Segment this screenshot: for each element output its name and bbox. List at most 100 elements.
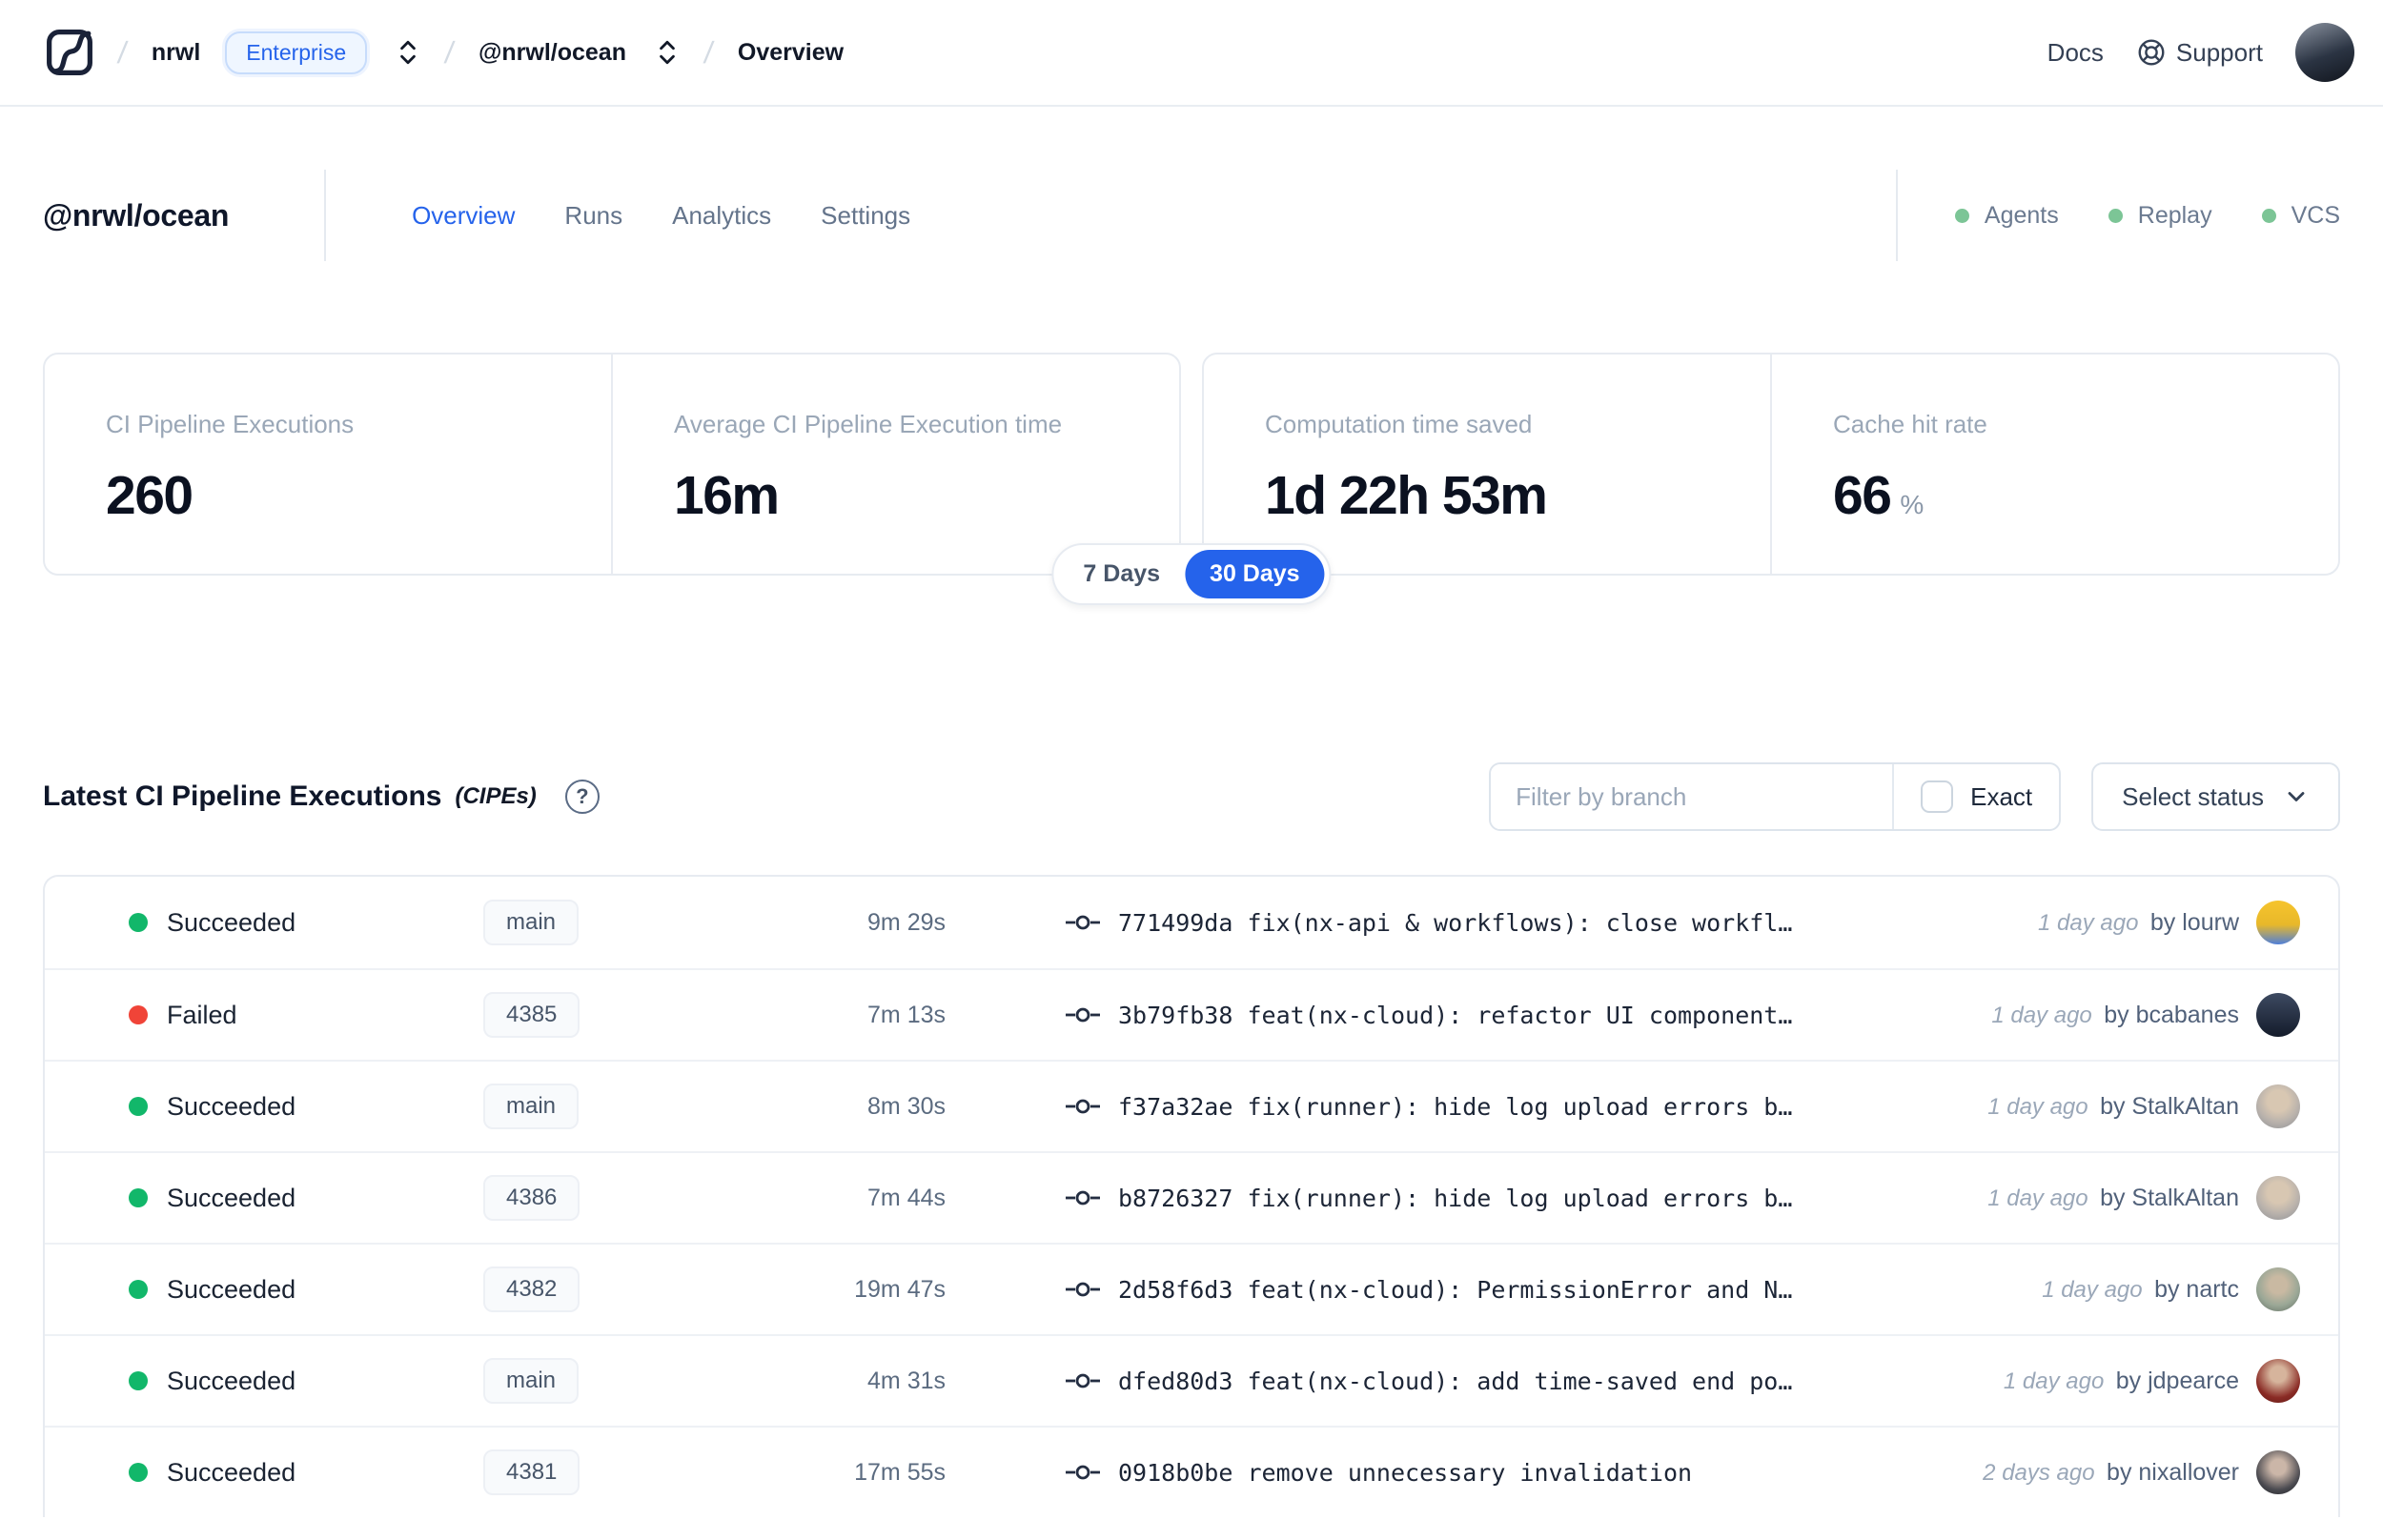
commit-cell[interactable]: b8726327 fix(runner): hide log upload er… xyxy=(1065,1185,1987,1212)
workspace-switcher-chevrons-icon[interactable] xyxy=(655,38,680,67)
breadcrumb-separator: / xyxy=(115,34,130,70)
table-row[interactable]: Succeeded 4381 17m 55s 0918b0be remove u… xyxy=(45,1426,2338,1517)
row-author: by StalkAltan xyxy=(2100,1184,2239,1211)
commit-cell[interactable]: 771499da fix(nx-api & workflows): close … xyxy=(1065,909,2038,937)
author-avatar[interactable] xyxy=(2256,1450,2300,1494)
nx-cloud-logo-icon[interactable] xyxy=(46,29,93,76)
row-status: Succeeded xyxy=(167,1457,296,1487)
branch-badge[interactable]: 4385 xyxy=(483,992,580,1038)
status-dot-icon xyxy=(129,1005,148,1024)
branch-badge[interactable]: main xyxy=(483,900,580,945)
breadcrumb: / nrwl Enterprise / @nrwl/ocean / Overvi… xyxy=(46,29,844,76)
author-avatar[interactable] xyxy=(2256,1267,2300,1311)
row-status: Succeeded xyxy=(167,1183,296,1212)
branch-filter-group: Exact xyxy=(1489,762,2062,831)
tab-runs[interactable]: Runs xyxy=(564,201,622,231)
support-link[interactable]: Support xyxy=(2136,37,2263,68)
git-commit-icon xyxy=(1066,1190,1100,1206)
branch-badge[interactable]: 4386 xyxy=(483,1175,580,1221)
row-duration: 4m 31s xyxy=(867,1367,946,1394)
breadcrumb-separator: / xyxy=(442,34,457,70)
breadcrumb-workspace[interactable]: @nrwl/ocean xyxy=(479,39,626,67)
branch-badge[interactable]: main xyxy=(483,1358,580,1404)
help-icon[interactable]: ? xyxy=(564,780,600,814)
docs-link[interactable]: Docs xyxy=(2047,38,2104,68)
select-status-dropdown[interactable]: Select status xyxy=(2091,762,2340,831)
git-commit-icon xyxy=(1066,1373,1100,1388)
branch-filter-input[interactable] xyxy=(1491,764,1893,829)
enterprise-badge[interactable]: Enterprise xyxy=(225,30,368,74)
divider xyxy=(1895,170,1898,261)
table-row[interactable]: Succeeded 4382 19m 47s 2d58f6d3 feat(nx-… xyxy=(45,1243,2338,1334)
stat-computation-time-saved: Computation time saved 1d 22h 53m xyxy=(1204,355,1770,574)
cipe-table: Succeeded main 9m 29s 771499da fix(nx-ap… xyxy=(43,875,2340,1517)
table-row[interactable]: Succeeded main 8m 30s f37a32ae fix(runne… xyxy=(45,1060,2338,1151)
commit-message: 0918b0be remove unnecessary invalidation xyxy=(1118,1458,1693,1487)
commit-cell[interactable]: 3b79fb38 feat(nx-cloud): refactor UI com… xyxy=(1065,1002,1991,1029)
service-label: Agents xyxy=(1984,201,2059,229)
row-time: 1 day ago xyxy=(2042,1276,2143,1303)
commit-cell[interactable]: dfed80d3 feat(nx-cloud): add time-saved … xyxy=(1065,1368,2004,1395)
stat-value: 260 xyxy=(106,465,193,526)
commit-message: 3b79fb38 feat(nx-cloud): refactor UI com… xyxy=(1118,1001,1793,1029)
tab-analytics[interactable]: Analytics xyxy=(672,201,771,231)
breadcrumb-org[interactable]: nrwl xyxy=(152,39,200,67)
service-replay[interactable]: Replay xyxy=(2108,202,2212,230)
git-commit-icon xyxy=(1066,915,1100,930)
branch-badge[interactable]: 4381 xyxy=(483,1449,580,1495)
tab-settings[interactable]: Settings xyxy=(821,201,910,231)
branch-badge[interactable]: main xyxy=(483,1084,580,1129)
git-commit-icon xyxy=(1066,1099,1100,1114)
status-dot-icon xyxy=(129,1188,148,1207)
service-status-list: Agents Replay VCS xyxy=(1954,201,2340,230)
row-duration: 8m 30s xyxy=(867,1092,946,1120)
row-author: by StalkAltan xyxy=(2100,1092,2239,1120)
stat-value: 1d 22h 53m xyxy=(1265,465,1548,526)
status-dot-icon xyxy=(129,913,148,932)
user-avatar[interactable] xyxy=(2295,23,2354,82)
table-row[interactable]: Succeeded main 9m 29s 771499da fix(nx-ap… xyxy=(45,877,2338,968)
author-avatar[interactable] xyxy=(2256,993,2300,1037)
author-avatar[interactable] xyxy=(2256,1359,2300,1403)
tab-overview[interactable]: Overview xyxy=(412,201,515,231)
branch-badge[interactable]: 4382 xyxy=(483,1266,580,1312)
exact-checkbox[interactable] xyxy=(1921,780,1954,813)
status-dot-icon xyxy=(129,1280,148,1299)
commit-cell[interactable]: 0918b0be remove unnecessary invalidation xyxy=(1065,1459,1983,1487)
date-range-toggle: 7 Days 30 Days xyxy=(1051,543,1332,605)
table-row[interactable]: Succeeded main 4m 31s dfed80d3 feat(nx-c… xyxy=(45,1334,2338,1426)
git-commit-icon xyxy=(1066,1282,1100,1297)
stat-average-execution-time: Average CI Pipeline Execution time 16m xyxy=(611,355,1179,574)
table-row[interactable]: Succeeded 4386 7m 44s b8726327 fix(runne… xyxy=(45,1151,2338,1243)
author-avatar[interactable] xyxy=(2256,1084,2300,1128)
range-7-days-button[interactable]: 7 Days xyxy=(1058,550,1185,598)
org-switcher-chevrons-icon[interactable] xyxy=(396,38,420,67)
row-status: Succeeded xyxy=(167,1274,296,1304)
exact-filter: Exact xyxy=(1892,764,2059,829)
range-30-days-button[interactable]: 30 Days xyxy=(1185,550,1325,598)
service-agents[interactable]: Agents xyxy=(1954,201,2059,230)
stat-card-group-2: Computation time saved 1d 22h 53m Cache … xyxy=(1202,353,2340,576)
cipe-subtitle: (CIPEs) xyxy=(455,783,537,809)
service-vcs[interactable]: VCS xyxy=(2261,202,2340,230)
row-author: by nartc xyxy=(2154,1275,2239,1303)
git-commit-icon xyxy=(1066,1465,1100,1480)
select-status-label: Select status xyxy=(2122,781,2264,811)
table-row[interactable]: Failed 4385 7m 13s 3b79fb38 feat(nx-clou… xyxy=(45,968,2338,1060)
status-dot-icon xyxy=(129,1463,148,1482)
commit-message: f37a32ae fix(runner): hide log upload er… xyxy=(1118,1092,1793,1121)
commit-message: b8726327 fix(runner): hide log upload er… xyxy=(1118,1184,1793,1212)
stat-label: CI Pipeline Executions xyxy=(106,410,355,438)
service-label: Replay xyxy=(2137,201,2212,229)
status-dot-icon xyxy=(129,1371,148,1390)
commit-cell[interactable]: f37a32ae fix(runner): hide log upload er… xyxy=(1065,1093,1987,1121)
chevron-down-icon xyxy=(2288,792,2305,801)
commit-message: 2d58f6d3 feat(nx-cloud): PermissionError… xyxy=(1118,1275,1793,1304)
lifebuoy-icon xyxy=(2138,39,2165,66)
stat-label: Average CI Pipeline Execution time xyxy=(674,410,1063,438)
author-avatar[interactable] xyxy=(2256,901,2300,944)
row-time: 1 day ago xyxy=(2003,1368,2105,1394)
row-time: 2 days ago xyxy=(1983,1459,2095,1486)
author-avatar[interactable] xyxy=(2256,1176,2300,1220)
commit-cell[interactable]: 2d58f6d3 feat(nx-cloud): PermissionError… xyxy=(1065,1276,2042,1304)
